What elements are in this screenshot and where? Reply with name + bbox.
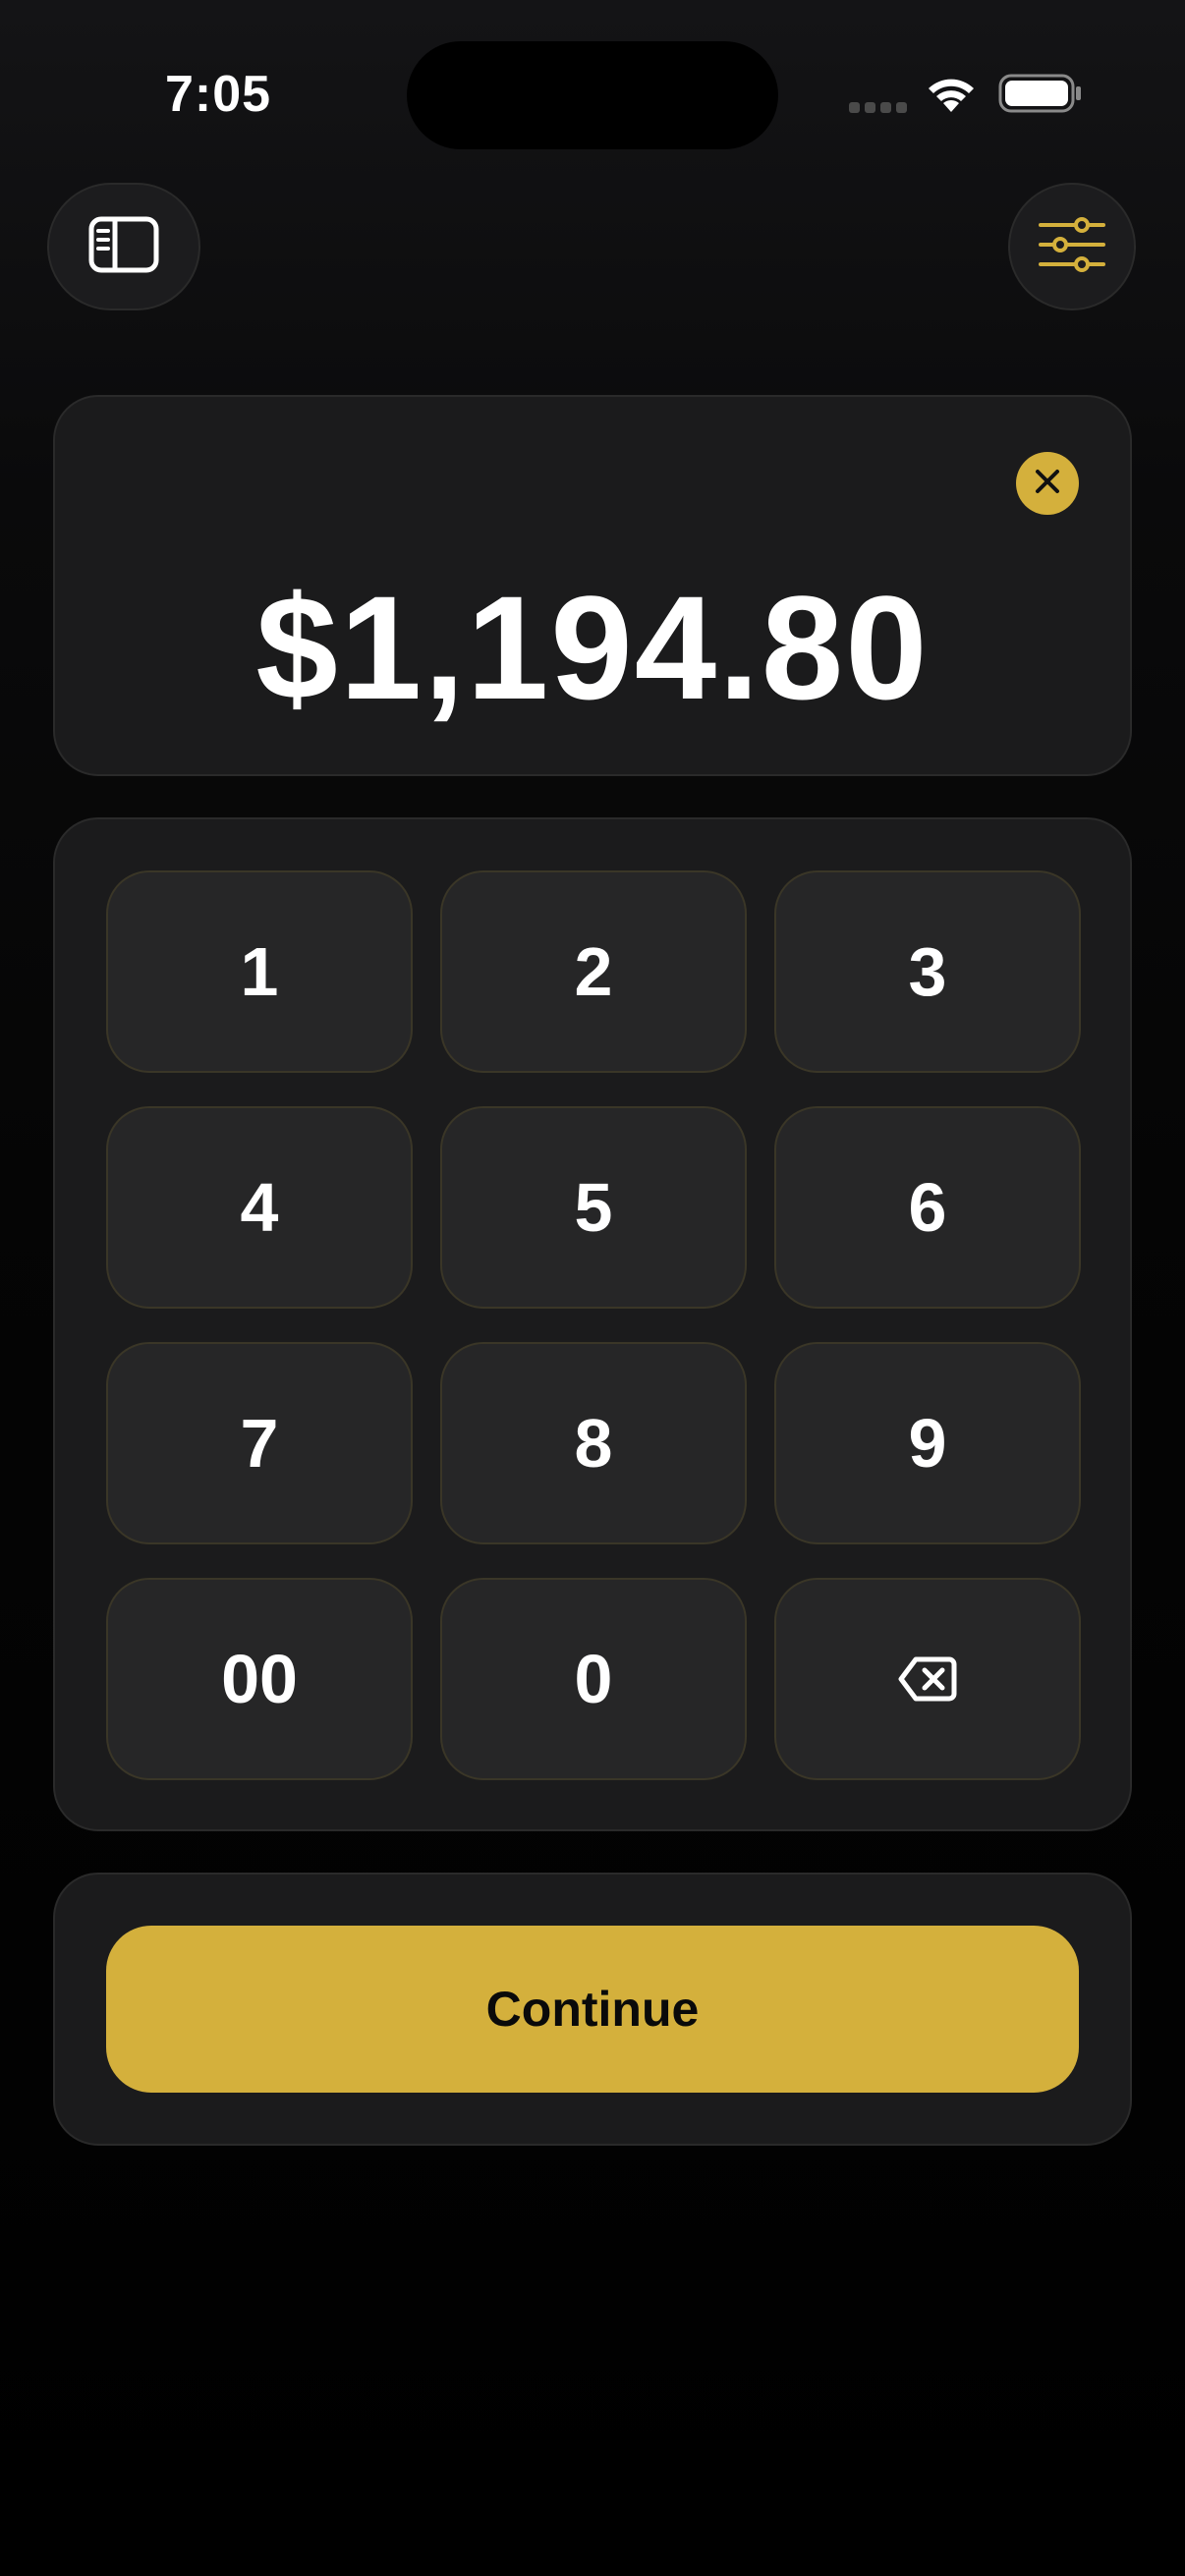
keypad: 1 2 3 4 5 6 7 8 9 00 0 [53,817,1132,1831]
key-9[interactable]: 9 [774,1342,1081,1544]
backspace-icon [898,1640,957,1718]
status-time: 7:05 [165,66,272,123]
amount-value: $1,194.80 [255,565,930,730]
sidebar-icon [88,216,159,278]
wifi-icon [924,73,979,119]
key-0[interactable]: 0 [440,1578,747,1780]
sidebar-toggle-button[interactable] [47,183,200,310]
key-00[interactable]: 00 [106,1578,413,1780]
battery-icon [998,73,1083,119]
key-6[interactable]: 6 [774,1106,1081,1309]
backspace-key[interactable] [774,1578,1081,1780]
key-3[interactable]: 3 [774,870,1081,1073]
sliders-icon [1039,216,1105,277]
key-1[interactable]: 1 [106,870,413,1073]
key-4[interactable]: 4 [106,1106,413,1309]
key-5[interactable]: 5 [440,1106,747,1309]
settings-button[interactable] [1008,183,1136,310]
key-7[interactable]: 7 [106,1342,413,1544]
continue-button[interactable]: Continue [106,1926,1079,2093]
continue-card: Continue [53,1873,1132,2146]
key-2[interactable]: 2 [440,870,747,1073]
close-icon [1033,467,1062,501]
dynamic-island [407,41,778,149]
cellular-signal-icon [849,102,907,113]
clear-amount-button[interactable] [1016,452,1079,515]
amount-card: $1,194.80 [53,395,1132,776]
key-8[interactable]: 8 [440,1342,747,1544]
